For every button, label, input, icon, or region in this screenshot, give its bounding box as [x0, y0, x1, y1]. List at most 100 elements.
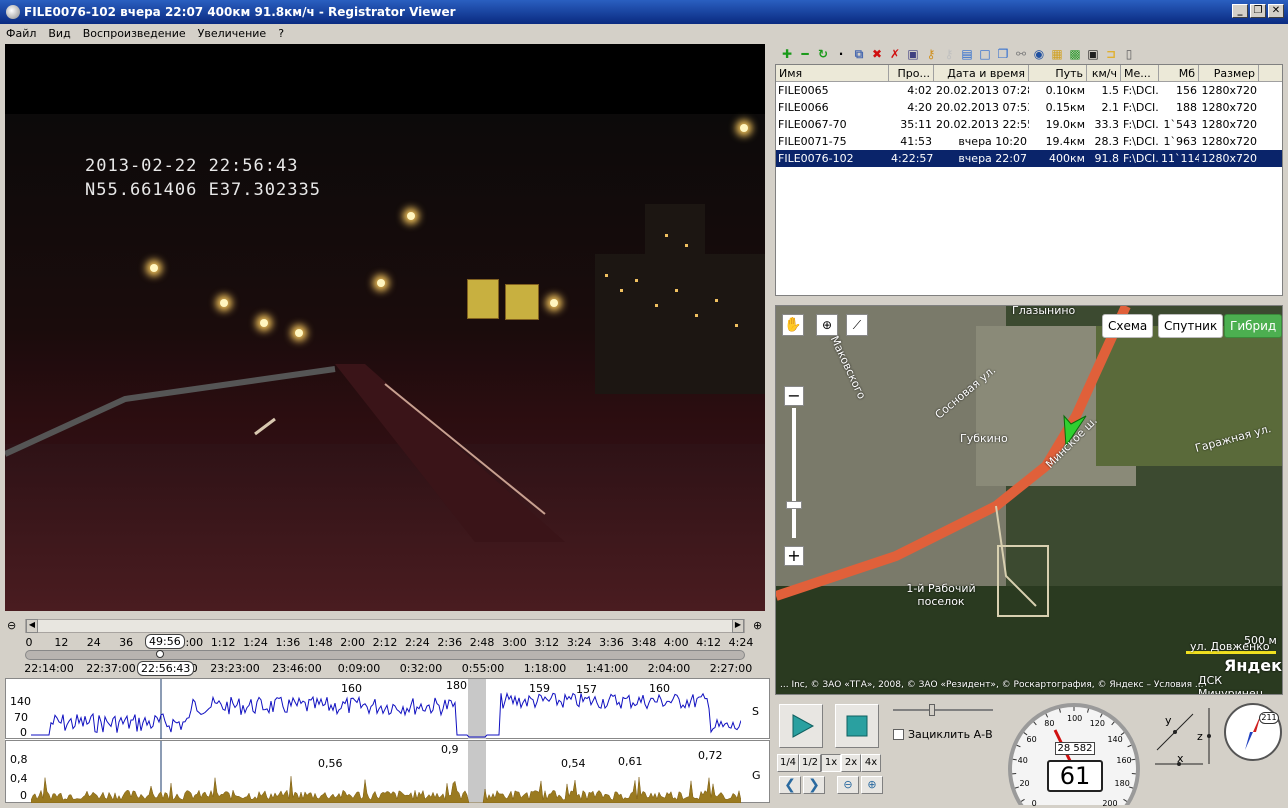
- file-row[interactable]: FILE0066 4:20 20.02.2013 07:53 0.15км 2.1 F:\…: [776, 99, 1282, 116]
- column-location[interactable]: Ме...: [1121, 65, 1159, 81]
- folder-icon[interactable]: ⊐: [1103, 46, 1119, 62]
- map-label: ДСК Мичуринец: [1198, 674, 1264, 695]
- map-satellite-button[interactable]: Спутник: [1158, 314, 1224, 338]
- column-datetime[interactable]: Дата и время: [934, 65, 1029, 81]
- next-frame-icon[interactable]: ❯: [803, 776, 825, 794]
- column-name[interactable]: Имя: [776, 65, 889, 81]
- ruler-icon[interactable]: ⟋: [846, 314, 868, 336]
- speedometer-tick-label: 180: [1114, 779, 1130, 789]
- column-size[interactable]: Размер: [1199, 65, 1259, 81]
- speed-2x-button[interactable]: 2x: [841, 754, 861, 772]
- street-lamp: [550, 299, 558, 307]
- g-plot: [31, 741, 741, 803]
- osd-timestamp: 2013-02-22 22:56:43: [85, 156, 299, 176]
- column-path[interactable]: Путь: [1029, 65, 1087, 81]
- file-row[interactable]: FILE0076-102 4:22:57 вчера 22:07 400км 91.8 F…: [776, 150, 1282, 167]
- video-frame[interactable]: 2013-02-22 22:56:43 N55.661406 E37.30233…: [5, 44, 765, 611]
- chart-icon[interactable]: ▦: [1049, 46, 1065, 62]
- stop-button[interactable]: [835, 704, 879, 748]
- speedometer-tick-label: 100: [1067, 714, 1083, 723]
- delete-icon[interactable]: ✖: [869, 46, 885, 62]
- compass-icon: [1224, 703, 1282, 761]
- prev-frame-icon[interactable]: ❮: [779, 776, 801, 794]
- image-icon[interactable]: ▩: [1067, 46, 1083, 62]
- link-icon[interactable]: ⚯: [1013, 46, 1029, 62]
- timeline-scrollbar[interactable]: ◀ ▶: [25, 619, 745, 633]
- export-icon[interactable]: ▤: [959, 46, 975, 62]
- yandex-logo: Яндекс: [1224, 656, 1283, 675]
- map-view[interactable]: Глазынино Сосновая ул. Губкино Минское ш…: [775, 305, 1283, 695]
- file-row[interactable]: FILE0065 4:02 20.02.2013 07:28 0.10км 1.5 F:\…: [776, 82, 1282, 99]
- file-list-header: Имя Про... Дата и время Путь км/ч Ме... …: [776, 65, 1282, 82]
- speed-graph[interactable]: 140 70 0 S 160 180 159 157 160: [5, 678, 770, 739]
- speed-half-button[interactable]: 1/2: [799, 754, 821, 772]
- remove-icon[interactable]: ━: [797, 46, 813, 62]
- y-tick: 0: [20, 789, 27, 802]
- volume-slider[interactable]: [893, 704, 993, 716]
- key-icon[interactable]: ⚷: [923, 46, 939, 62]
- frame-icon[interactable]: □: [977, 46, 993, 62]
- play-button[interactable]: [779, 704, 823, 748]
- minimize-button[interactable]: _: [1232, 4, 1248, 18]
- menu-help[interactable]: ?: [278, 27, 284, 40]
- save-icon[interactable]: ▣: [905, 46, 921, 62]
- file-row[interactable]: FILE0071-75 41:53 вчера 10:20 19.4км 28.3 F:\…: [776, 133, 1282, 150]
- hand-icon[interactable]: ✋: [782, 314, 804, 336]
- film-icon[interactable]: ▣: [1085, 46, 1101, 62]
- zoom-in-icon[interactable]: ⊕: [753, 619, 762, 632]
- unlock-icon[interactable]: ⚷: [941, 46, 957, 62]
- file-cell: 4:02: [907, 84, 932, 97]
- map-zoom-in-icon[interactable]: +: [784, 546, 804, 566]
- loop-checkbox[interactable]: [893, 729, 904, 740]
- timeline-time: 2:04:00: [647, 662, 691, 675]
- file-row[interactable]: FILE0067-70 35:11 20.02.2013 22:55 19.0км 33…: [776, 116, 1282, 133]
- column-mb[interactable]: Мб: [1159, 65, 1199, 81]
- magnifier-icon[interactable]: ⊕: [816, 314, 838, 336]
- copy-icon[interactable]: ⧉: [851, 46, 867, 62]
- g-force-graph[interactable]: 0,8 0,4 0 G 0,56 0,9 0,54 0,61 0,72: [5, 740, 770, 803]
- peak-label: 180: [446, 679, 467, 692]
- scroll-right-icon[interactable]: ▶: [732, 619, 744, 633]
- street-lamp: [740, 124, 748, 132]
- speedometer-tick-label: 80: [1044, 719, 1055, 729]
- add-icon[interactable]: ✚: [779, 46, 795, 62]
- zoom-minus-icon[interactable]: ⊖: [837, 776, 859, 794]
- column-speed[interactable]: км/ч: [1087, 65, 1121, 81]
- map-zoom-thumb[interactable]: [786, 501, 802, 509]
- file-cell: 20.02.2013 22:55: [936, 118, 1029, 131]
- timeline-bar[interactable]: [25, 650, 745, 660]
- column-duration[interactable]: Про...: [889, 65, 934, 81]
- menu-zoom[interactable]: Увеличение: [198, 27, 267, 40]
- scroll-left-icon[interactable]: ◀: [26, 619, 38, 633]
- zoom-out-icon[interactable]: ⊖: [7, 619, 16, 632]
- time-badge: 22:56:43: [137, 661, 195, 676]
- close-button[interactable]: ✕: [1268, 4, 1284, 18]
- file-list[interactable]: Имя Про... Дата и время Путь км/ч Ме... …: [775, 64, 1283, 296]
- maximize-button[interactable]: ❐: [1250, 4, 1266, 18]
- document-icon[interactable]: ▯: [1121, 46, 1137, 62]
- menu-file[interactable]: Файл: [6, 27, 36, 40]
- speed-quarter-button[interactable]: 1/4: [777, 754, 799, 772]
- refresh-icon[interactable]: ↻: [815, 46, 831, 62]
- street-lamp: [407, 212, 415, 220]
- file-cell: 11`114: [1161, 152, 1199, 165]
- map-zoom-out-icon[interactable]: −: [784, 386, 804, 406]
- menu-view[interactable]: Вид: [48, 27, 70, 40]
- timeline-cursor[interactable]: [156, 650, 164, 658]
- timeline-tick: 1:48: [307, 636, 333, 649]
- globe-icon[interactable]: ◉: [1031, 46, 1047, 62]
- map-scheme-button[interactable]: Схема: [1102, 314, 1154, 338]
- speed-4x-button[interactable]: 4x: [861, 754, 881, 772]
- file-cell: FILE0076-102: [778, 152, 854, 165]
- speed-1x-button[interactable]: 1x: [821, 754, 841, 772]
- menu-playback[interactable]: Воспроизведение: [83, 27, 186, 40]
- file-cell: 28.3: [1094, 135, 1120, 148]
- timeline-time: 0:09:00: [337, 662, 381, 675]
- file-cell: 41:53: [900, 135, 932, 148]
- clip-icon[interactable]: ❐: [995, 46, 1011, 62]
- map-zoom-slider[interactable]: − +: [784, 386, 804, 566]
- zoom-plus-icon[interactable]: ⊕: [861, 776, 883, 794]
- delete-file-icon[interactable]: ✗: [887, 46, 903, 62]
- map-hybrid-button[interactable]: Гибрид: [1224, 314, 1282, 338]
- timeline[interactable]: ⊖ ◀ ▶ ⊕ 0122436481:001:121:241:361:482:0…: [5, 614, 770, 678]
